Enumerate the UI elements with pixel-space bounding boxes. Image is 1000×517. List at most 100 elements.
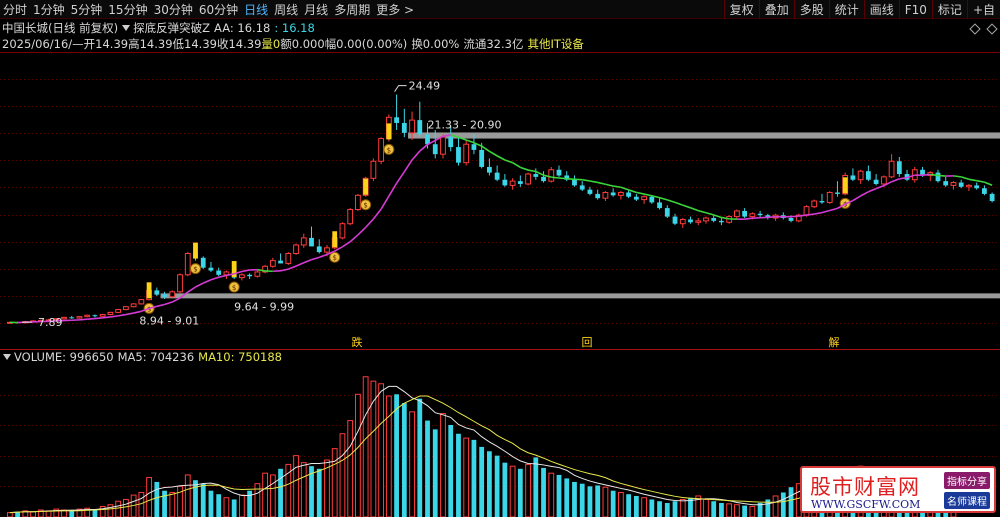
ma-segment (311, 256, 320, 261)
collapse-arrow-icon[interactable] (122, 25, 131, 31)
tab-2[interactable]: 5分钟 (68, 0, 106, 18)
volume-bar (780, 492, 786, 517)
svg-text:$: $ (363, 202, 367, 210)
tool-button-3[interactable]: 统计 (828, 0, 864, 19)
volume-bar (184, 474, 191, 517)
price-chart[interactable]: $$$$$$$ 24.4921.33 - 20.909.64 - 9.998.9… (0, 52, 1000, 350)
ma-segment (674, 201, 684, 206)
tool-buttons: 复权 叠加 多股 统计 画线 F10 标记 +自 (723, 0, 1000, 19)
tool-button-5[interactable]: F10 (898, 0, 932, 19)
tab-6[interactable]: 日线 (241, 0, 271, 18)
candle-body (378, 138, 385, 162)
volume-bar (448, 424, 454, 517)
volume-bar (30, 511, 36, 517)
volume-bar (679, 498, 686, 517)
tool-button-2[interactable]: 多股 (793, 0, 829, 19)
candle (76, 315, 83, 319)
candle-body (355, 194, 361, 211)
candle-body (649, 196, 655, 203)
svg-text:$: $ (332, 254, 336, 262)
tab-7[interactable]: 周线 (271, 0, 301, 18)
volume-bar (146, 477, 152, 517)
tab-8[interactable]: 月线 (301, 0, 331, 18)
ma-segment (403, 159, 413, 173)
candle-body (896, 161, 902, 175)
volume-bar (122, 498, 129, 517)
volume-bar (641, 497, 647, 517)
candle-body (200, 257, 206, 268)
ma-segment (953, 175, 962, 178)
ma-segment (280, 268, 289, 272)
candle-body (826, 191, 833, 203)
candle-body (974, 185, 980, 189)
candle-body (300, 237, 307, 246)
candle-body (138, 299, 145, 305)
volume-collapse-icon[interactable] (3, 354, 11, 360)
tool-button-0[interactable]: 复权 (723, 0, 759, 19)
candle (548, 166, 555, 183)
tab-4[interactable]: 30分钟 (151, 0, 196, 18)
tab-1[interactable]: 1分钟 (30, 0, 68, 18)
candle-body (456, 147, 461, 163)
ma-segment (613, 185, 621, 189)
candle-body (162, 294, 167, 297)
candle-body (269, 260, 276, 267)
ma-segment (171, 297, 181, 303)
volume-bar (556, 474, 562, 517)
ma-segment (164, 301, 173, 306)
ma-segment (288, 265, 297, 270)
float-value: 流通32.3亿 (463, 37, 524, 51)
volume-bar (602, 486, 609, 517)
tab-0[interactable]: 分时 (0, 0, 30, 18)
volume-bar (564, 478, 570, 517)
candle (780, 212, 786, 220)
candle-body (494, 172, 500, 180)
tab-9[interactable]: 多周期 (331, 0, 373, 18)
ma-segment (636, 191, 645, 195)
candle-body (517, 181, 523, 184)
candle (278, 253, 283, 264)
tool-button-6[interactable]: 标记 (931, 0, 967, 19)
volume-bar (269, 474, 276, 517)
tool-button-7[interactable]: +自 (966, 0, 1000, 19)
stock-title[interactable]: 中国长城(日线 前复权) (2, 20, 118, 36)
volume-bar (339, 433, 346, 517)
candle (378, 137, 385, 165)
volume-bar (749, 505, 756, 517)
candle (456, 137, 461, 166)
candle (688, 216, 693, 224)
candle (115, 308, 122, 314)
ma-segment (798, 214, 807, 217)
sector-link[interactable]: 其他IT设备 (527, 36, 583, 52)
tab-10[interactable]: 更多 > (373, 0, 420, 18)
volume-bar (216, 494, 222, 517)
candle-body (76, 316, 83, 319)
tab-5[interactable]: 60分钟 (196, 0, 241, 18)
volume-bar (200, 483, 206, 517)
candle (641, 195, 647, 204)
tab-3[interactable]: 15分钟 (105, 0, 150, 18)
candle (99, 313, 106, 317)
indicator-name[interactable]: 探底反弹突破Z (133, 20, 210, 36)
ma-segment (94, 317, 103, 320)
candle-body (370, 160, 377, 179)
ma-segment (512, 162, 521, 169)
event-marker-1: 跌 (352, 335, 363, 349)
candle (966, 183, 972, 192)
watermark-title: 股市财富网 (810, 475, 920, 499)
candle (943, 176, 949, 187)
candle-body (509, 180, 516, 186)
volume-bar (517, 468, 523, 517)
candle-body (657, 202, 662, 209)
candle-body (548, 169, 555, 182)
candle (533, 168, 539, 180)
candle-body (309, 237, 314, 247)
volume-bar (525, 463, 531, 517)
tool-button-4[interactable]: 画线 (863, 0, 899, 19)
candle (579, 181, 585, 192)
candle (664, 205, 670, 219)
candle (184, 252, 191, 277)
tool-button-1[interactable]: 叠加 (758, 0, 794, 19)
watermark-logo: 股市财富网 WWW.GSCFW.COM 指标分享 名师课程 (800, 466, 996, 513)
candle-body (69, 317, 75, 319)
